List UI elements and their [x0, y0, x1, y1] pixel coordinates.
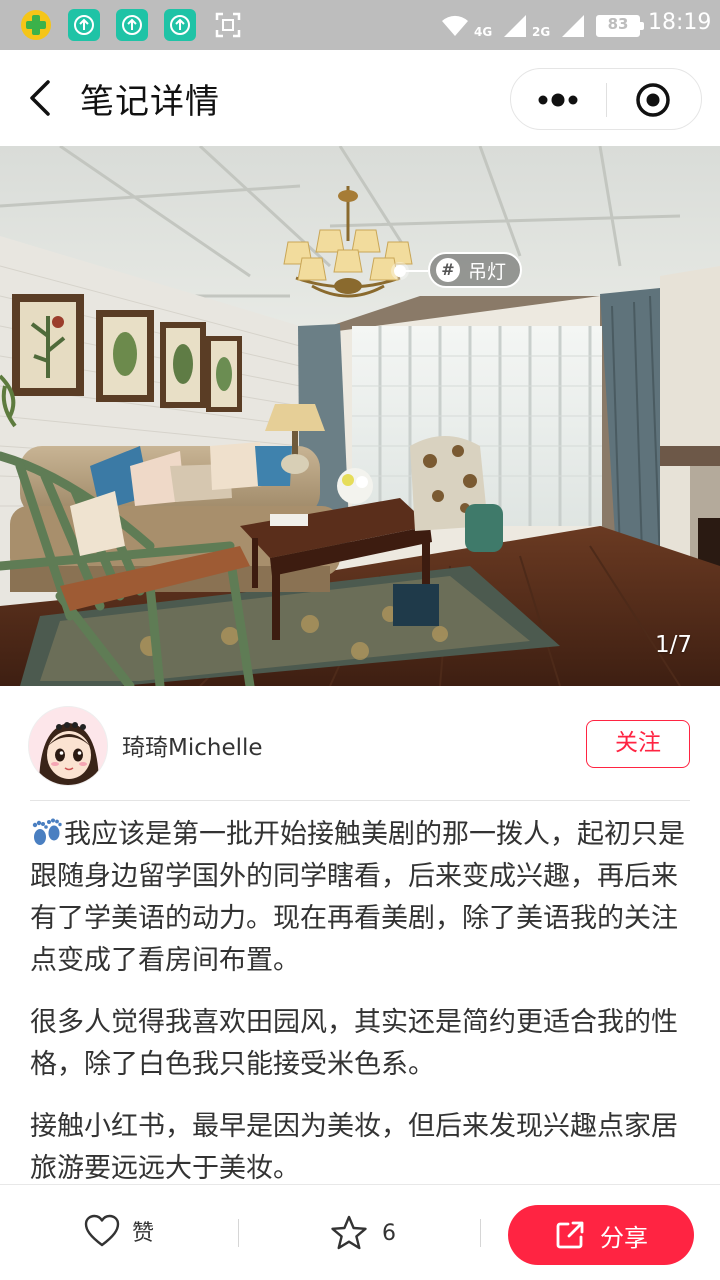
share-icon	[556, 1221, 584, 1249]
like-button[interactable]: 赞	[84, 1211, 154, 1251]
living-room-photo	[0, 146, 720, 686]
author-name[interactable]: 琦琦Michelle	[122, 728, 263, 762]
content-paragraph: 接触小红书，最早是因为美妆，但后来发现兴趣点家居旅游要远远大于美妆。	[30, 1111, 678, 1184]
app-badge-icon	[21, 10, 51, 40]
upload-icon	[164, 9, 196, 41]
more-dots-icon[interactable]	[531, 83, 585, 117]
upload-icon	[116, 9, 148, 41]
image-page-counter: 1/7	[654, 632, 692, 658]
svg-text:2G: 2G	[532, 25, 550, 38]
status-bar: 4G 2G 83 18:19	[0, 0, 720, 50]
mini-program-close-icon[interactable]	[633, 80, 673, 120]
like-label: 赞	[132, 1221, 155, 1246]
note-content: 我应该是第一批开始接触美剧的那一拨人，起初只是跟随身边留学国外的同学瞎看，后来变…	[30, 814, 696, 1186]
battery-icon: 83	[596, 15, 644, 37]
upload-icon	[68, 9, 100, 41]
star-icon	[331, 1215, 367, 1250]
mini-program-capsule	[510, 68, 702, 130]
page-title: 笔记详情	[80, 82, 220, 122]
share-label: 分享	[600, 1223, 648, 1252]
footprints-icon	[32, 818, 62, 845]
heart-icon	[84, 1214, 120, 1247]
action-divider	[238, 1219, 239, 1247]
content-paragraph: 我应该是第一批开始接触美剧的那一拨人，起初只是跟随身边留学国外的同学瞎看，后来变…	[30, 814, 696, 982]
product-tag-label: 吊灯	[468, 260, 507, 283]
note-image-carousel[interactable]: # 吊灯 1/7	[0, 146, 720, 686]
content-paragraph: 很多人觉得我喜欢田园风，其实还是简约更适合我的性格，除了白色我只能接受米色系。	[30, 1007, 678, 1080]
signal-icon: 4G	[474, 15, 526, 38]
avatar-cartoon-icon	[29, 707, 107, 785]
product-tag[interactable]: # 吊灯	[428, 252, 523, 288]
author-row: 琦琦Michelle 关注	[0, 686, 720, 802]
scan-icon	[215, 12, 241, 38]
section-divider	[30, 800, 690, 801]
tag-connector	[404, 270, 428, 272]
svg-text:4G: 4G	[474, 25, 492, 38]
avatar[interactable]	[28, 706, 108, 786]
content-paragraph-text: 我应该是第一批开始接触美剧的那一拨人，起初只是跟随身边留学国外的同学瞎看，后来变…	[30, 819, 685, 976]
bottom-action-bar: 赞 6 分享	[0, 1184, 720, 1280]
signal-icon: 2G	[532, 15, 584, 38]
wifi-icon	[442, 15, 468, 36]
follow-button[interactable]: 关注	[586, 720, 690, 768]
back-arrow-icon[interactable]	[22, 76, 62, 120]
nav-bar: 笔记详情	[0, 50, 720, 146]
capsule-divider	[606, 83, 607, 117]
battery-level: 83	[607, 15, 629, 33]
action-divider	[480, 1219, 481, 1247]
collect-button[interactable]: 6	[330, 1213, 396, 1253]
status-time: 18:19	[648, 10, 712, 35]
share-button[interactable]: 分享	[508, 1205, 694, 1265]
hashtag-icon: #	[436, 258, 460, 282]
collect-count: 6	[382, 1220, 396, 1246]
